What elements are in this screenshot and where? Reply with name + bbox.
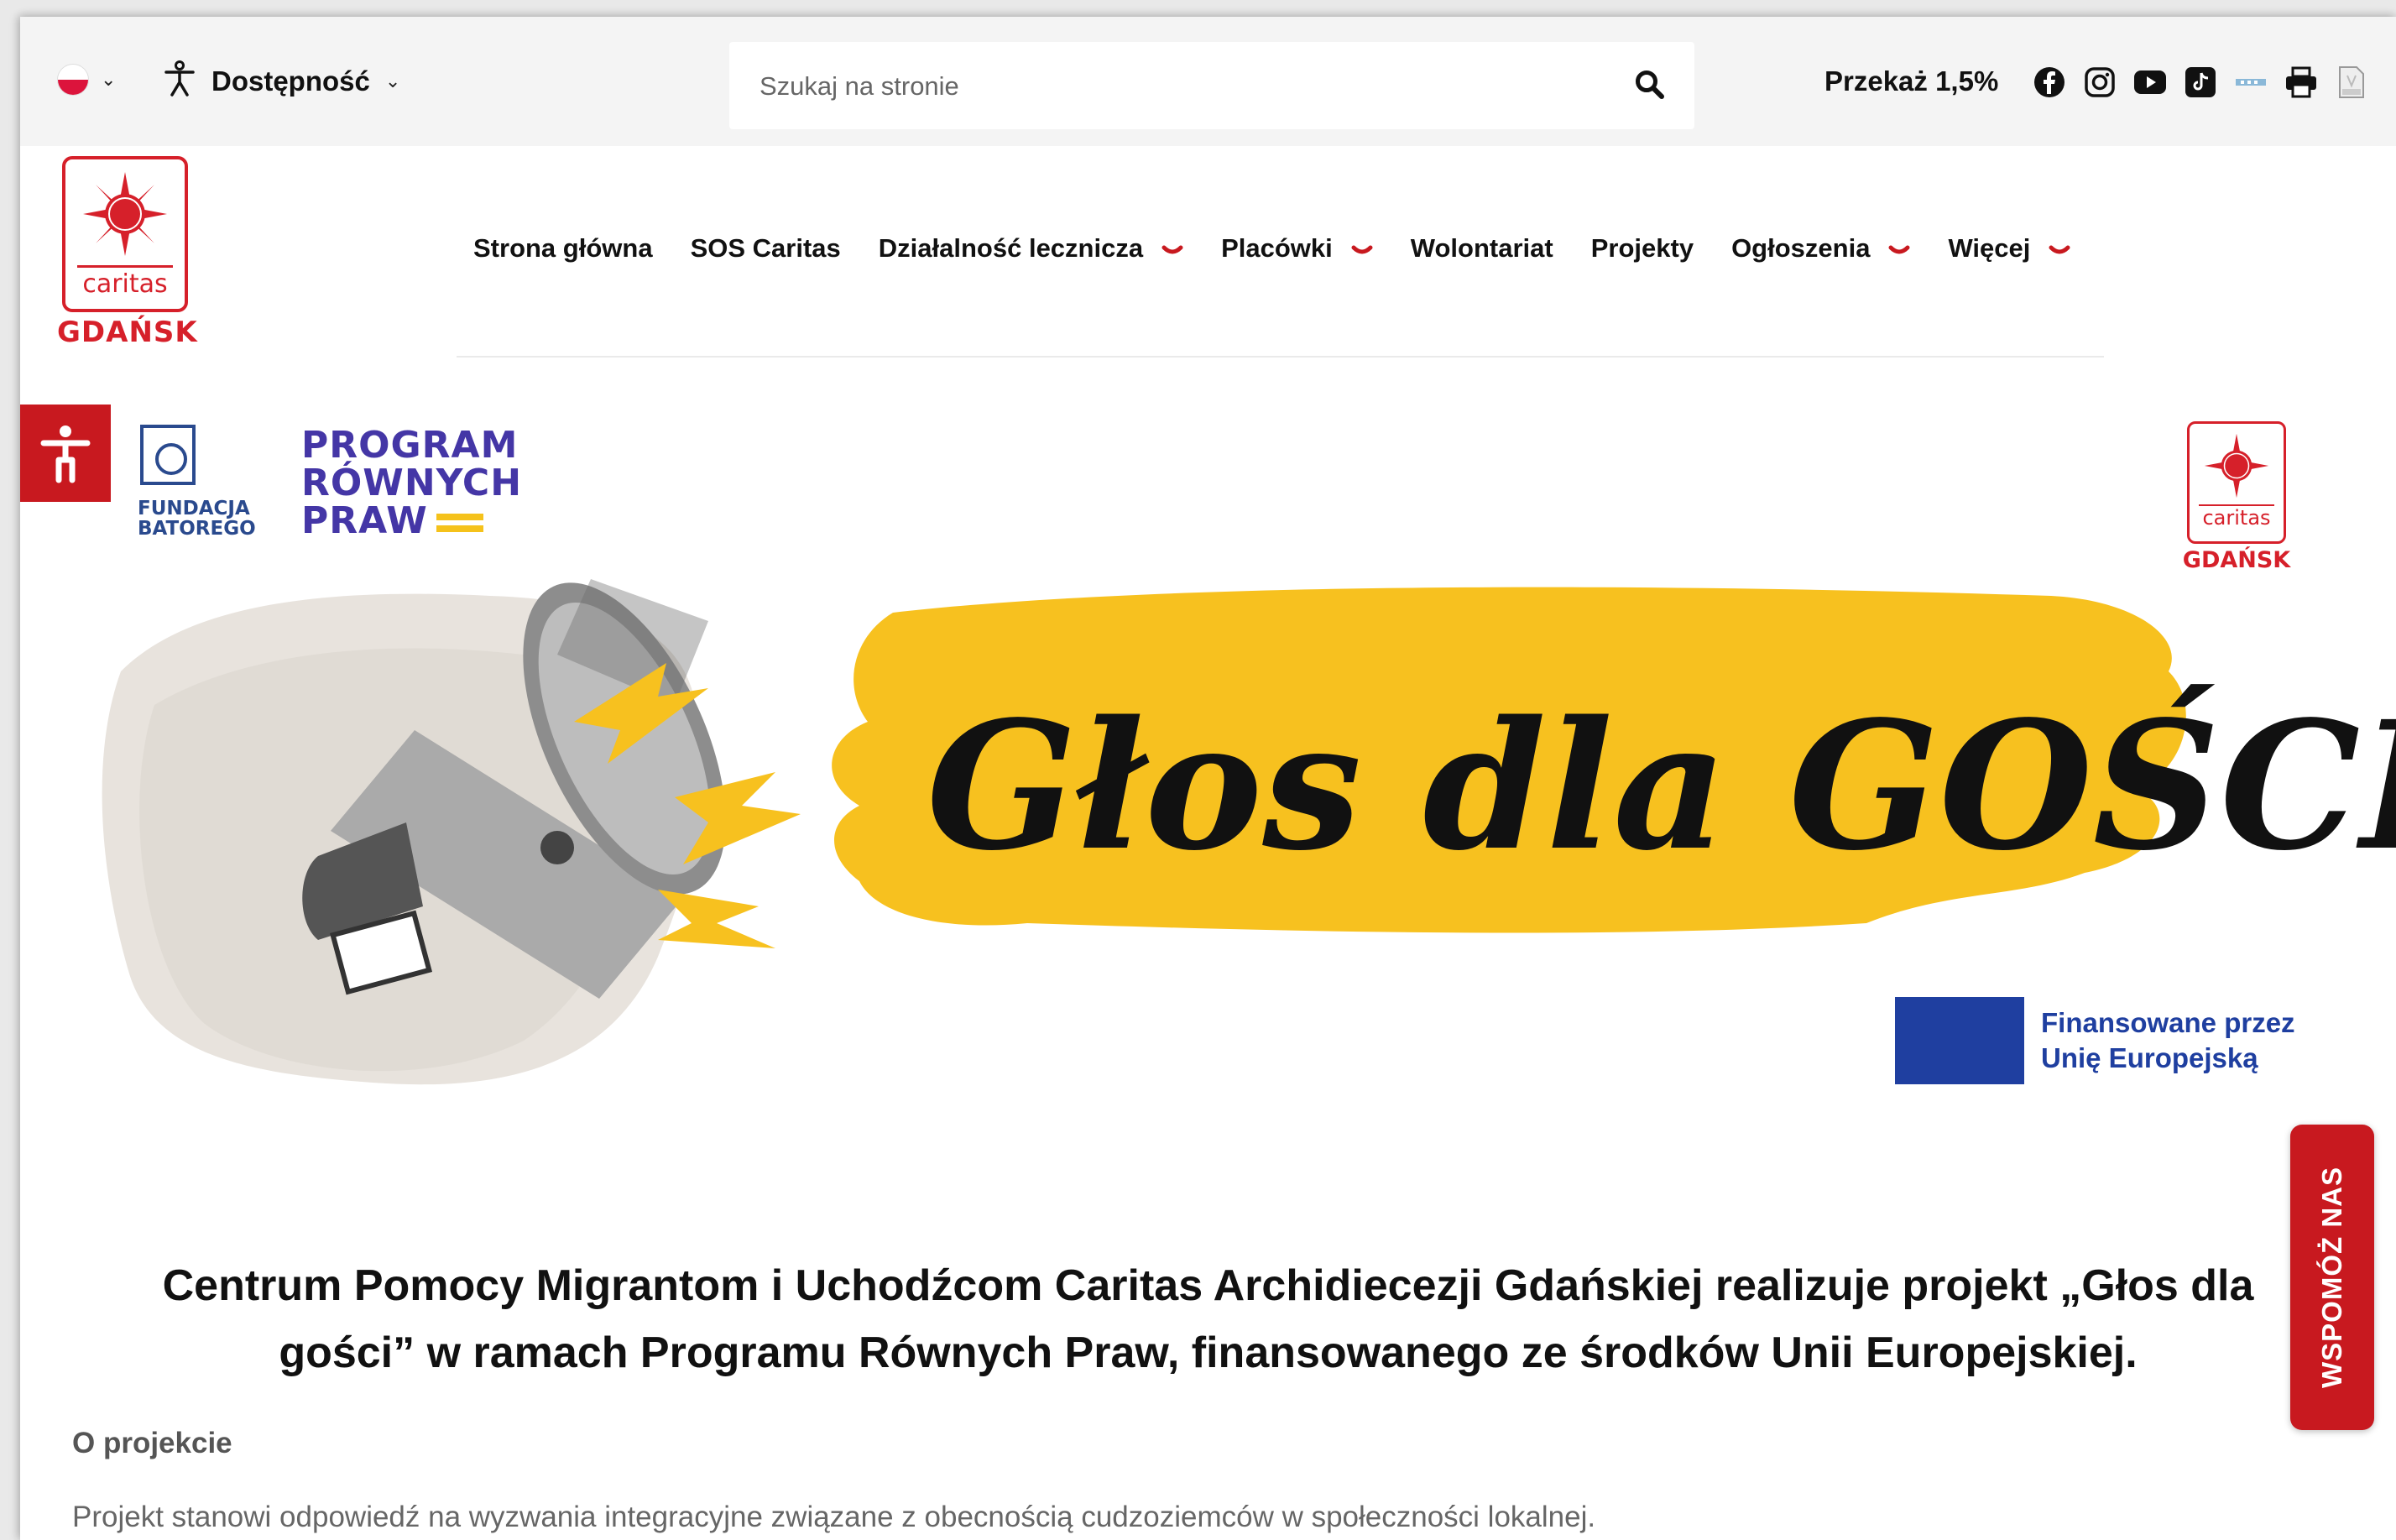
- banner-title: Głos dla GOŚCI: [927, 682, 2396, 890]
- program-line-3: PRAW: [301, 499, 428, 542]
- poland-flag-icon: [57, 64, 89, 96]
- nav-item-projects[interactable]: Projekty: [1591, 233, 1694, 264]
- facebook-icon[interactable]: [2033, 65, 2066, 99]
- batory-line-2: BATOREGO: [138, 518, 256, 540]
- help-us-label: WSPOMÓŻ NAS: [2316, 1167, 2347, 1388]
- donate-link[interactable]: Przekaż 1,5%: [1824, 65, 1998, 97]
- accessibility-icon: [40, 425, 91, 483]
- eu-flag-icon: [1895, 997, 2024, 1084]
- logo-city: GDAŃSK: [57, 316, 198, 349]
- nav-item-sos-caritas[interactable]: SOS Caritas: [691, 233, 841, 264]
- search-icon[interactable]: [1634, 69, 1666, 105]
- bip-icon[interactable]: [2234, 65, 2268, 99]
- program-line-2: RÓWNYCH: [301, 462, 523, 504]
- tiktok-icon[interactable]: [2184, 65, 2217, 99]
- accessibility-toolbar-button[interactable]: [20, 405, 111, 502]
- nav-item-more[interactable]: Więcej: [1948, 233, 2070, 264]
- program-line-1: PROGRAM: [301, 424, 519, 467]
- logo2-word: caritas: [2199, 504, 2274, 530]
- accessibility-menu[interactable]: Dostępność ⌄: [163, 60, 400, 102]
- page-headline: Centrum Pomocy Migrantom i Uchodźcom Car…: [20, 1252, 2396, 1386]
- intro-paragraph: Projekt stanowi odpowiedź na wyzwania in…: [72, 1501, 1596, 1533]
- batory-line-1: FUNDACJA: [138, 498, 250, 519]
- headline-line-1: Centrum Pomocy Migrantom i Uchodźcom Car…: [162, 1261, 2254, 1310]
- main-navigation: Strona główna SOS Caritas Działalność le…: [473, 233, 2108, 264]
- caritas-cross-icon: [83, 172, 167, 256]
- help-us-tab[interactable]: WSPOMÓŻ NAS: [2290, 1125, 2374, 1430]
- eu-funding-badge: Finansowane przez Unię Europejską: [1895, 997, 2295, 1084]
- program-rownych-praw-logo: PROGRAM RÓWNYCH PRAW: [301, 426, 522, 540]
- eu-line-2: Unię Europejską: [2041, 1042, 2258, 1073]
- logo2-city: GDAŃSK: [2182, 547, 2291, 573]
- eu-line-1: Finansowane przez: [2041, 1007, 2295, 1038]
- headline-line-2: gości” w ramach Programu Równych Praw, f…: [279, 1329, 2138, 1377]
- nav-item-home[interactable]: Strona główna: [473, 233, 653, 264]
- chevron-down-icon: [1888, 233, 1910, 264]
- chevron-down-icon: ⌄: [101, 69, 117, 90]
- chevron-down-icon: [1351, 233, 1373, 264]
- search-input[interactable]: [758, 62, 1600, 111]
- caritas-logo-banner: caritas GDAŃSK: [2179, 421, 2294, 573]
- nav-item-announcements[interactable]: Ogłoszenia: [1731, 233, 1910, 264]
- top-bar: ⌄ Dostępność ⌄ Przekaż 1,5%: [20, 17, 2396, 146]
- social-icons: [2033, 65, 2368, 99]
- caritas-cross-icon: [2204, 433, 2269, 499]
- caritas-logo[interactable]: caritas GDAŃSK: [57, 156, 198, 349]
- chevron-down-icon: [2049, 233, 2070, 264]
- language-switcher[interactable]: ⌄: [57, 64, 116, 96]
- section-title: O projekcie: [72, 1427, 232, 1459]
- nav-item-facilities[interactable]: Placówki: [1221, 233, 1373, 264]
- fundacja-batorego-logo: FUNDACJA BATOREGO: [94, 425, 262, 551]
- nav-item-medical[interactable]: Działalność lecznicza: [879, 233, 1183, 264]
- chevron-down-icon: ⌄: [384, 70, 401, 91]
- instagram-icon[interactable]: [2083, 65, 2117, 99]
- chevron-down-icon: [1161, 233, 1183, 264]
- project-banner: Głos dla GOŚCI FUNDACJA BATOREGO PROGRAM …: [20, 386, 2396, 1125]
- print-icon[interactable]: [2284, 65, 2318, 99]
- nav-divider: [457, 356, 2104, 358]
- logo-word: caritas: [77, 265, 173, 299]
- search-box: [729, 42, 1694, 129]
- pdf-icon[interactable]: [2335, 65, 2368, 99]
- browser-page: ⌄ Dostępność ⌄ Przekaż 1,5%: [20, 17, 2396, 1540]
- nav-item-volunteering[interactable]: Wolontariat: [1411, 233, 1553, 264]
- accessibility-label: Dostępność: [211, 65, 370, 97]
- accessibility-icon: [163, 60, 196, 102]
- youtube-icon[interactable]: [2133, 65, 2167, 99]
